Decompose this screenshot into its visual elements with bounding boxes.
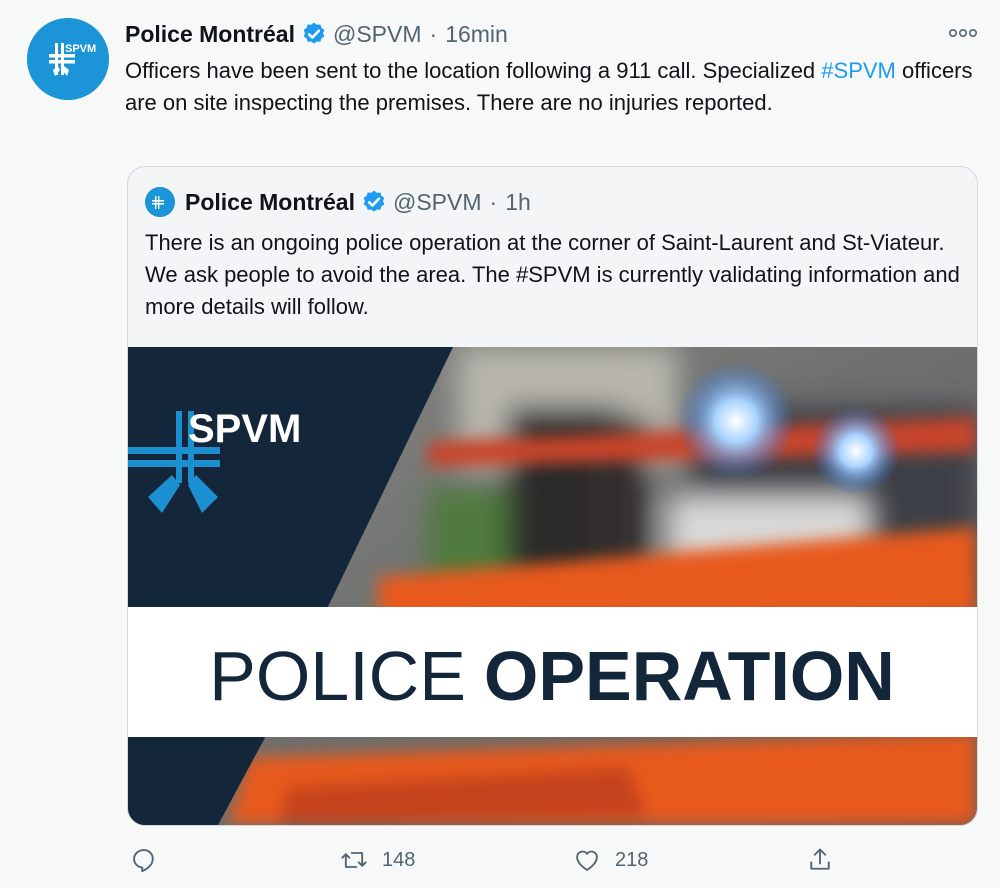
tweet-actions: 148 218 <box>127 840 847 880</box>
spvm-logo-icon <box>145 187 175 217</box>
quoted-header: Police Montréal @SPVM · 1h <box>145 185 531 219</box>
like-count: 218 <box>615 848 649 871</box>
spvm-logo-icon: SPVM <box>27 18 109 100</box>
verified-badge-icon <box>301 21 327 47</box>
separator-dot: · <box>429 20 438 47</box>
heart-icon <box>576 850 598 871</box>
quoted-timestamp: 1h <box>505 188 531 215</box>
hashtag-link[interactable]: #SPVM <box>821 58 896 83</box>
more-dots-icon <box>948 28 977 38</box>
police-operation-graphic: SPVM POLICE OPERATION <box>128 347 977 825</box>
tweet-timestamp[interactable]: 16min <box>445 21 508 48</box>
tweet-card[interactable]: SPVM Police Montréal @SPVM · 16min Offic… <box>0 0 1000 888</box>
author-name[interactable]: Police Montréal <box>125 21 295 48</box>
svg-text:SPVM: SPVM <box>65 43 96 55</box>
share-icon <box>810 848 830 870</box>
verified-badge-icon <box>361 189 387 215</box>
reply-button[interactable] <box>130 840 158 880</box>
retweet-count: 148 <box>382 848 416 871</box>
author-avatar[interactable]: SPVM <box>27 18 109 100</box>
svg-text:POLICEOPERATION: POLICE OPERATION <box>209 637 895 715</box>
tweet-text: Officers have been sent to the location … <box>125 55 975 119</box>
svg-text:SPVM: SPVM <box>188 407 301 451</box>
retweet-button[interactable]: 148 <box>340 840 415 880</box>
quoted-text: There is an ongoing police operation at … <box>145 230 960 319</box>
quoted-author-name: Police Montréal <box>185 188 355 215</box>
quoted-media-image[interactable]: SPVM POLICE OPERATION <box>128 347 977 825</box>
quoted-author-handle: @SPVM <box>392 188 482 215</box>
quoted-author-avatar[interactable] <box>145 187 175 217</box>
separator-dot: · <box>489 188 498 215</box>
author-handle[interactable]: @SPVM <box>333 21 422 48</box>
tweet-header: Police Montréal @SPVM · 16min <box>125 18 508 50</box>
like-button[interactable]: 218 <box>573 840 648 880</box>
reply-icon <box>133 849 154 873</box>
quoted-tweet[interactable]: Police Montréal @SPVM · 1h There is an o… <box>127 166 978 826</box>
more-options-button[interactable] <box>946 20 980 46</box>
share-button[interactable] <box>806 840 834 880</box>
retweet-icon <box>341 852 367 868</box>
tweet-text-part: Officers have been sent to the location … <box>125 58 822 83</box>
